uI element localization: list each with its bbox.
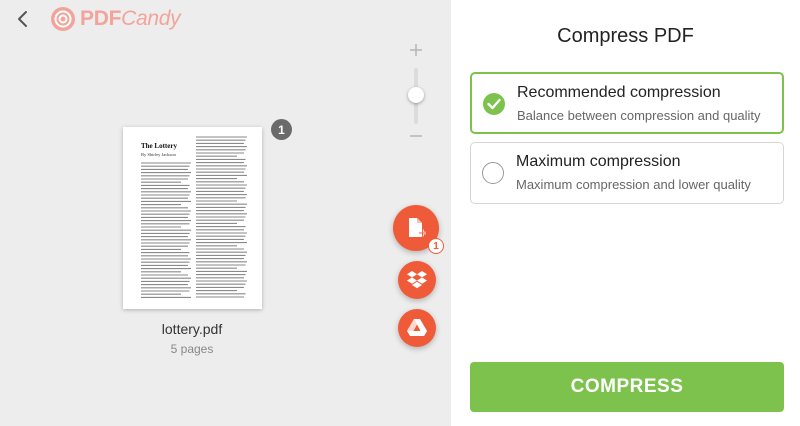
radio-checked[interactable] bbox=[483, 93, 505, 115]
option-maximum-compression[interactable]: Maximum compression Maximum compression … bbox=[470, 142, 784, 204]
preview-author: By Shirley Jackson bbox=[141, 152, 176, 157]
option-description: Balance between compression and quality bbox=[517, 108, 761, 123]
dropbox-icon bbox=[407, 271, 427, 289]
candy-logo-icon bbox=[51, 7, 75, 31]
preview-pane: PDFCandy The Lottery By Shirley Jackson … bbox=[0, 0, 451, 426]
google-drive-icon bbox=[407, 319, 427, 336]
zoom-in-icon[interactable] bbox=[408, 42, 424, 58]
back-button[interactable] bbox=[12, 8, 34, 30]
option-description: Maximum compression and lower quality bbox=[516, 177, 751, 192]
radio-unchecked[interactable] bbox=[482, 162, 504, 184]
chevron-left-icon bbox=[18, 11, 27, 27]
page-text-preview: The Lottery By Shirley Jackson bbox=[141, 136, 247, 298]
page-title: Compress PDF bbox=[557, 25, 694, 47]
preview-title: The Lottery bbox=[141, 142, 177, 150]
option-title: Maximum compression bbox=[516, 153, 681, 170]
settings-panel: Compress PDF Recommended compression Bal… bbox=[451, 0, 800, 426]
page-count-badge: 1 bbox=[271, 119, 292, 140]
file-page-count: 5 pages bbox=[170, 342, 214, 356]
zoom-slider-thumb[interactable] bbox=[408, 87, 424, 103]
zoom-out-icon[interactable] bbox=[408, 128, 424, 144]
dropbox-button[interactable] bbox=[398, 261, 436, 299]
google-drive-button[interactable] bbox=[398, 309, 436, 347]
checkmark-icon bbox=[487, 98, 501, 110]
added-files-badge: 1 bbox=[428, 238, 444, 254]
pdfcandy-logo[interactable]: PDFCandy bbox=[50, 6, 181, 32]
file-add-icon bbox=[409, 218, 426, 237]
compress-button[interactable]: COMPRESS bbox=[470, 362, 784, 412]
pdf-page-thumbnail[interactable]: The Lottery By Shirley Jackson bbox=[123, 127, 262, 309]
option-title: Recommended compression bbox=[517, 84, 721, 101]
file-name: lottery.pdf bbox=[161, 321, 223, 337]
logo-text: PDFCandy bbox=[80, 7, 181, 30]
option-recommended-compression[interactable]: Recommended compression Balance between … bbox=[470, 72, 784, 134]
